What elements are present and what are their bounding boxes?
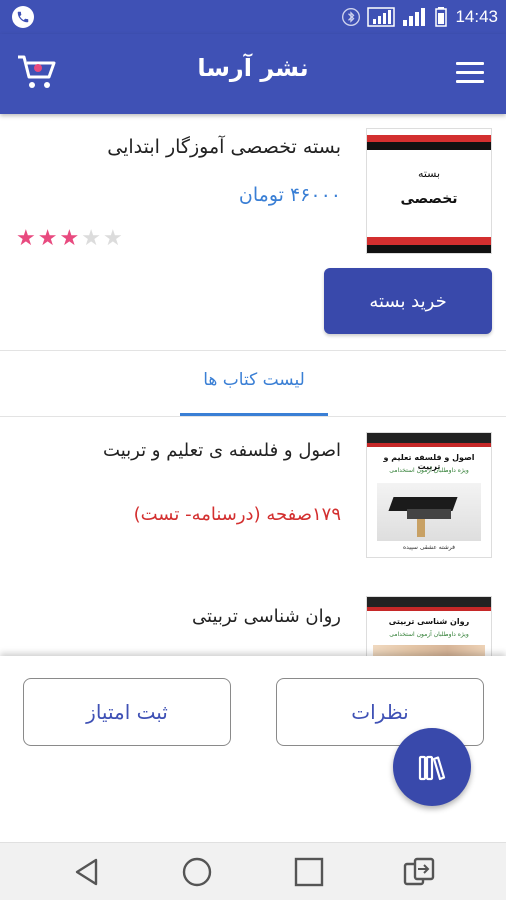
star-filled-icon: ★ [59,226,80,251]
rating-stars: ★ ★ ★ ★ ★ [16,228,123,250]
star-filled-icon: ★ [16,226,36,251]
signal-icon-2 [403,8,426,26]
recents-icon[interactable] [292,855,326,889]
tab-book-list[interactable]: لیست کتاب ها [180,370,328,390]
buy-package-button[interactable]: خرید بسته [324,268,492,334]
book-cover-subtitle: ویژه داوطلبان آزمون استخدامی [389,467,469,474]
library-books-icon [418,755,446,781]
system-nav-bar [0,842,506,900]
switch-sim-icon[interactable] [402,855,436,889]
book-cover-title: روان شناسی تربیتی [388,617,470,626]
phone-call-icon [12,6,34,28]
package-price: ۴۶۰۰۰ تومان [238,184,341,206]
back-icon[interactable] [70,855,104,889]
book-cover-subtitle: ویژه داوطلبان آزمون استخدامی [389,631,469,638]
signal-icon [367,7,396,27]
rate-button[interactable]: ثبت امتیاز [23,678,231,746]
battery-icon [435,7,448,27]
status-bar: 14:43 [0,0,506,34]
home-icon[interactable] [180,855,214,889]
star-filled-icon: ★ [37,226,58,251]
bluetooth-icon [342,8,361,26]
app-title: نشر آرسا [197,54,309,82]
divider [0,350,506,351]
graduation-cap-image [377,483,481,541]
book-pages: ۱۷۹صفحه (درسنامه- تست) [133,504,341,525]
divider [0,416,506,417]
app-bar: نشر آرسا [0,34,506,114]
library-fab-button[interactable] [393,728,471,806]
status-time: 14:43 [455,7,498,26]
package-cover-line2: تخصصی [400,191,458,207]
menu-icon[interactable] [456,62,484,84]
package-cover-line1: بسته [417,167,441,180]
package-cover-image[interactable]: بسته تخصصی [366,128,492,254]
package-title: بسته تخصصی آموزگار ابتدایی [107,136,341,158]
book-title[interactable]: روان شناسی تربیتی [192,606,341,627]
book-cover-author: فرشته عشقی سپیده [403,544,455,551]
star-empty-icon: ★ [102,226,123,251]
book-title[interactable]: اصول و فلسفه ی تعلیم و تربیت [103,440,341,461]
book-cover-image[interactable]: اصول و فلسفه تعلیم و تربیت ویژه داوطلبان… [366,432,492,558]
star-empty-icon: ★ [81,226,101,251]
